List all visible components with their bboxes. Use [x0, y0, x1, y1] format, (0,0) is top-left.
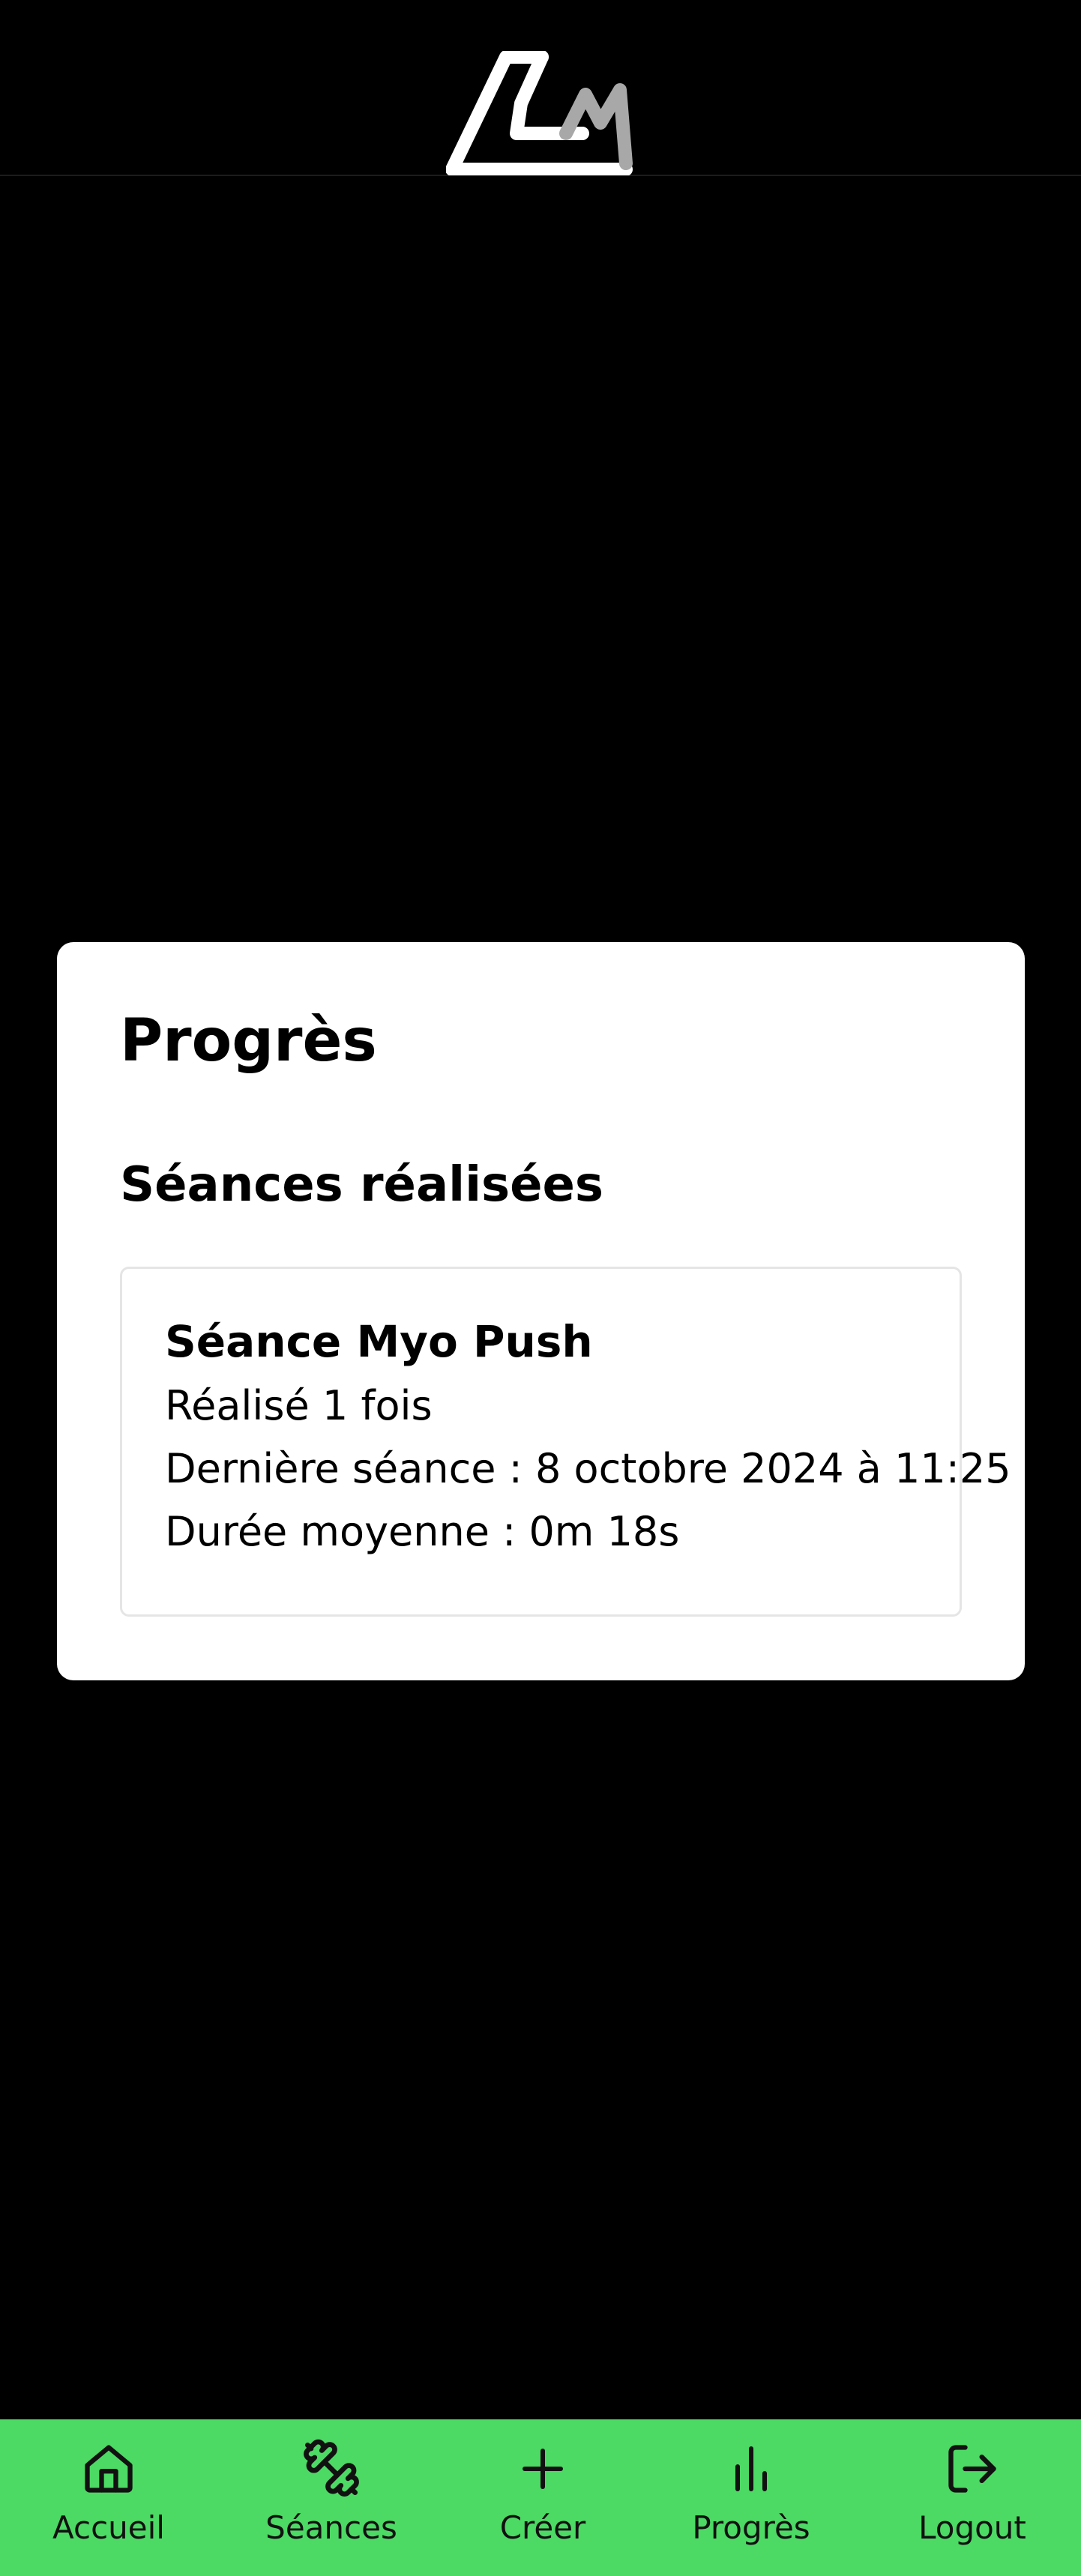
nav-label-accueil: Accueil	[52, 2509, 165, 2546]
nav-item-progres[interactable]: Progrès	[676, 2419, 826, 2576]
plus-icon	[513, 2439, 573, 2499]
session-last-date: Dernière séance : 8 octobre 2024 à 11:25	[165, 1445, 1011, 1492]
nav-label-logout: Logout	[918, 2509, 1026, 2546]
dumbbell-icon	[301, 2439, 361, 2499]
session-card[interactable]: Séance Myo Push Réalisé 1 fois Dernière …	[120, 1267, 1011, 1617]
home-icon	[79, 2439, 139, 2499]
cm-logo-icon[interactable]	[446, 51, 635, 175]
session-name: Séance Myo Push	[165, 1316, 593, 1367]
nav-label-progres: Progrès	[692, 2509, 810, 2546]
bar-chart-icon	[721, 2439, 781, 2499]
app-page: Progrès Séances réalisées Séance Myo Pus…	[0, 0, 1081, 2576]
nav-item-creer[interactable]: Créer	[468, 2419, 618, 2576]
page-title: Progrès	[120, 1007, 377, 1075]
logout-icon	[942, 2439, 1002, 2499]
app-header	[0, 0, 1081, 176]
nav-item-accueil[interactable]: Accueil	[34, 2419, 184, 2576]
session-average-duration: Durée moyenne : 0m 18s	[165, 1508, 680, 1555]
nav-label-creer: Créer	[499, 2509, 586, 2546]
nav-label-seances: Séances	[265, 2509, 397, 2546]
nav-item-logout[interactable]: Logout	[897, 2419, 1047, 2576]
progress-card: Progrès Séances réalisées Séance Myo Pus…	[57, 942, 1025, 1680]
nav-item-seances[interactable]: Séances	[256, 2419, 406, 2576]
bottom-nav: Accueil Séances Créer Progrès Logout	[0, 2419, 1081, 2576]
section-title: Séances réalisées	[120, 1157, 603, 1213]
session-count: Réalisé 1 fois	[165, 1382, 433, 1429]
